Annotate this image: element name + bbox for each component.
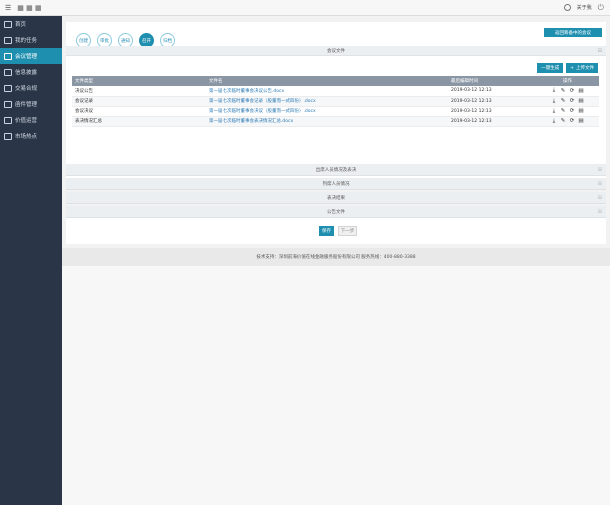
files-section-header[interactable]: 会议文件 ⊟	[66, 46, 606, 56]
download-icon[interactable]: ⤓	[551, 87, 557, 94]
main-content: 创建 审批 通知 召开 归档 返回筹备中的会议 会议文件 ⊟ 一键生成 + 上传文…	[62, 16, 610, 505]
edit-icon[interactable]: ✎	[560, 108, 566, 114]
sidebar-item-disclosure[interactable]: 信息披露	[0, 64, 62, 80]
compliance-icon	[4, 84, 12, 92]
sidebar: 首页 我的任务 会议管理 信息披露 交易合规 函件管理 价值运营 市场热点	[0, 16, 62, 505]
plus-icon: +	[570, 65, 574, 71]
sidebar-item-tasks[interactable]: 我的任务	[0, 32, 62, 48]
footer: 技术支持：深圳前海价值在线金融服务股份有限公司 服务热线：400-880-338…	[62, 248, 610, 266]
download-icon[interactable]: ⤓	[551, 98, 557, 104]
file-link[interactable]: 第一届七次临时董事会表决情况汇总.docx	[206, 116, 448, 127]
download-icon[interactable]: ⤓	[551, 108, 557, 114]
document-icon[interactable]: ▤	[578, 98, 584, 104]
column-header: 最后编辑时间	[448, 76, 536, 86]
empty-area	[62, 266, 610, 505]
table-row: 决议公告 第一届七次临时董事会决议公告.docx 2019-03-12 12:1…	[72, 86, 599, 97]
edit-icon[interactable]: ✎	[560, 98, 566, 104]
fold-attendance[interactable]: 出席人员情况及表决 ⊞	[66, 164, 606, 176]
back-button[interactable]: 返回筹备中的会议	[544, 28, 602, 37]
table-row: 会议记录 第一届七次临时董事会记录（股董而一式四份）.docx 2019-03-…	[72, 96, 599, 107]
file-link[interactable]: 第一届七次临时董事会决议公告.docx	[206, 86, 448, 97]
file-link[interactable]: 第一届七次临时董事会决议（股董而一式四份）.docx	[206, 106, 448, 117]
top-bar: ☰ ▦ ▦ ▦ 关于我 ⏻	[0, 0, 610, 16]
edit-icon[interactable]: ✎	[560, 88, 566, 94]
sidebar-item-home[interactable]: 首页	[0, 16, 62, 32]
grid-icon[interactable]: ▦ ▦ ▦	[17, 4, 41, 12]
hot-icon	[4, 132, 12, 140]
user-icon[interactable]	[563, 4, 571, 11]
column-header: 文件类型	[72, 76, 206, 86]
edit-icon[interactable]: ✎	[560, 118, 566, 124]
expand-icon[interactable]: ⊞	[598, 195, 602, 201]
sidebar-item-letters[interactable]: 函件管理	[0, 96, 62, 112]
refresh-icon[interactable]: ⟳	[569, 118, 575, 124]
file-link[interactable]: 第一届七次临时董事会记录（股董而一式四份）.docx	[206, 96, 448, 107]
collapse-icon[interactable]: ⊟	[598, 48, 602, 54]
sidebar-item-meetings[interactable]: 会议管理	[0, 48, 62, 64]
expand-icon[interactable]: ⊞	[598, 167, 602, 173]
generate-button[interactable]: 一键生成	[537, 63, 564, 73]
files-section: 会议文件 ⊟ 一键生成 + 上传文件 文件类型 文件名 最后编辑时间 操作 决议公…	[66, 46, 606, 178]
file-actions: 一键生成 + 上传文件	[537, 63, 598, 73]
table-row: 会议决议 第一届七次临时董事会决议（股董而一式四份）.docx 2019-03-…	[72, 106, 599, 117]
files-table: 文件类型 文件名 最后编辑时间 操作 决议公告 第一届七次临时董事会决议公告.d…	[72, 76, 599, 127]
download-icon[interactable]: ⤓	[551, 118, 557, 124]
meeting-icon	[4, 52, 12, 60]
sidebar-item-compliance[interactable]: 交易合规	[0, 80, 62, 96]
disclosure-icon	[4, 68, 12, 76]
refresh-icon[interactable]: ⟳	[569, 88, 575, 94]
document-icon[interactable]: ▤	[578, 118, 584, 124]
fold-announcements[interactable]: 公告文件 ⊞	[66, 206, 606, 218]
power-icon[interactable]: ⏻	[598, 3, 604, 13]
fold-vote-results[interactable]: 表决结果 ⊞	[66, 192, 606, 204]
save-button[interactable]: 保存	[319, 226, 334, 236]
task-icon	[4, 36, 12, 44]
user-name[interactable]: 关于我	[577, 4, 592, 11]
value-icon	[4, 116, 12, 124]
sidebar-item-hot[interactable]: 市场热点	[0, 128, 62, 144]
table-row: 表决情况汇总 第一届七次临时董事会表决情况汇总.docx 2019-03-12 …	[72, 116, 599, 127]
menu-icon[interactable]: ☰	[5, 4, 11, 12]
expand-icon[interactable]: ⊞	[598, 209, 602, 215]
home-icon	[4, 20, 12, 28]
next-button[interactable]: 下一步	[338, 226, 357, 236]
upload-button[interactable]: + 上传文件	[566, 63, 598, 73]
refresh-icon[interactable]: ⟳	[569, 98, 575, 104]
expand-icon[interactable]: ⊞	[598, 181, 602, 187]
column-header: 文件名	[206, 76, 448, 86]
column-header: 操作	[536, 76, 599, 86]
fold-observers[interactable]: 列席人员情况 ⊞	[66, 178, 606, 190]
document-icon[interactable]: ▤	[578, 108, 584, 114]
sidebar-item-value[interactable]: 价值运营	[0, 112, 62, 128]
refresh-icon[interactable]: ⟳	[569, 108, 575, 114]
action-panel: 保存 下一步	[66, 218, 606, 244]
document-icon[interactable]: ▤	[578, 88, 584, 94]
letter-icon	[4, 100, 12, 108]
